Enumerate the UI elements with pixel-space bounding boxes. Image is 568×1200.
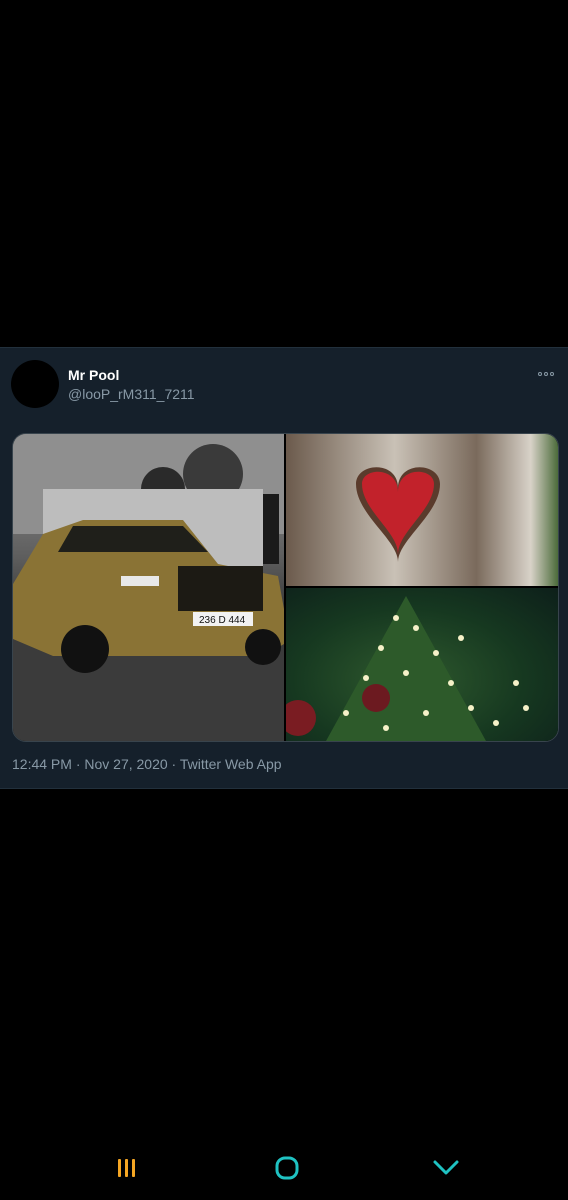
- back-chevron-icon[interactable]: [432, 1159, 460, 1177]
- avatar[interactable]: [11, 360, 59, 408]
- recent-apps-icon[interactable]: [116, 1157, 138, 1179]
- more-horizontal-icon[interactable]: [538, 368, 558, 380]
- photo-christmas-lights[interactable]: [286, 588, 558, 741]
- media-grid: 236 D 444: [12, 433, 559, 742]
- system-navigation-bar: [0, 1135, 568, 1200]
- tweet-card[interactable]: Mr Pool @looP_rM311_7211 236 D 444 12:44…: [0, 347, 568, 789]
- license-plate: 236 D 444: [199, 615, 246, 626]
- home-icon[interactable]: [274, 1155, 300, 1181]
- photo-tree-heart[interactable]: [286, 434, 558, 586]
- photo-gold-car[interactable]: 236 D 444: [13, 434, 284, 741]
- user-handle[interactable]: @looP_rM311_7211: [68, 386, 195, 402]
- display-name[interactable]: Mr Pool: [68, 367, 119, 383]
- tweet-timestamp[interactable]: 12:44 PM · Nov 27, 2020 · Twitter Web Ap…: [12, 756, 282, 772]
